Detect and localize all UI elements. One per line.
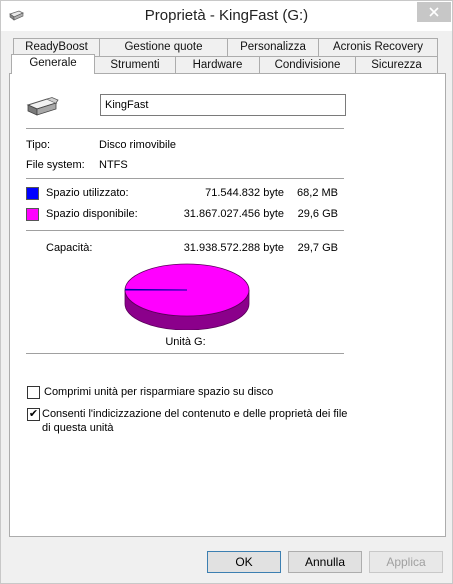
close-icon [429, 7, 439, 17]
capacity-size: 29,7 GB [297, 242, 338, 254]
separator [26, 230, 344, 231]
apply-button[interactable]: Applica [369, 551, 443, 573]
free-space-label: Spazio disponibile: [46, 208, 138, 220]
drive-name-input[interactable] [100, 94, 346, 116]
used-space-label: Spazio utilizzato: [46, 187, 129, 199]
separator [26, 178, 344, 179]
capacity-label: Capacità: [46, 242, 93, 254]
index-label-line2: di questa unità [42, 422, 114, 434]
usage-pie-chart [124, 263, 250, 330]
general-panel: Tipo: Disco rimovibile File system: NTFS… [9, 73, 446, 537]
tab-sicurezza[interactable]: Sicurezza [355, 56, 438, 74]
separator [26, 353, 344, 354]
compress-label: Comprimi unità per risparmiare spazio su… [44, 386, 274, 398]
type-value: Disco rimovibile [99, 139, 177, 151]
index-label-line1: Consenti l'indicizzazione del contenuto … [42, 408, 348, 420]
tab-generale[interactable]: Generale [11, 54, 95, 74]
index-checkbox[interactable]: ✔ [27, 408, 40, 421]
properties-window: Proprietà - KingFast (G:) ReadyBoost Ges… [0, 0, 453, 584]
used-space-swatch [26, 187, 39, 200]
drive-caption: Unità G: [165, 336, 206, 348]
ok-button[interactable]: OK [207, 551, 281, 573]
tab-row-front: Generale Strumenti Hardware Condivisione… [1, 54, 453, 74]
capacity-bytes: 31.938.572.288 byte [183, 242, 284, 254]
used-space-bytes: 71.544.832 byte [205, 187, 284, 199]
filesystem-label: File system: [26, 159, 85, 171]
used-space-size: 68,2 MB [297, 187, 338, 199]
compress-checkbox[interactable] [27, 386, 40, 399]
tab-gestione-quote[interactable]: Gestione quote [99, 38, 228, 56]
tab-hardware[interactable]: Hardware [175, 56, 260, 74]
separator [26, 128, 344, 129]
tab-acronis-recovery[interactable]: Acronis Recovery [318, 38, 438, 56]
free-space-size: 29,6 GB [297, 208, 338, 220]
close-button[interactable] [417, 2, 451, 22]
title-bar: Proprietà - KingFast (G:) [1, 1, 452, 31]
free-space-bytes: 31.867.027.456 byte [183, 208, 284, 220]
tab-condivisione[interactable]: Condivisione [259, 56, 356, 74]
type-label: Tipo: [26, 139, 51, 151]
free-space-swatch [26, 208, 39, 221]
filesystem-value: NTFS [99, 159, 128, 171]
window-title: Proprietà - KingFast (G:) [144, 7, 309, 24]
tab-personalizza[interactable]: Personalizza [227, 38, 319, 56]
tab-strumenti[interactable]: Strumenti [94, 56, 176, 74]
pie-used-slice [125, 288, 188, 291]
usb-drive-icon [26, 97, 59, 116]
cancel-button[interactable]: Annulla [288, 551, 362, 573]
